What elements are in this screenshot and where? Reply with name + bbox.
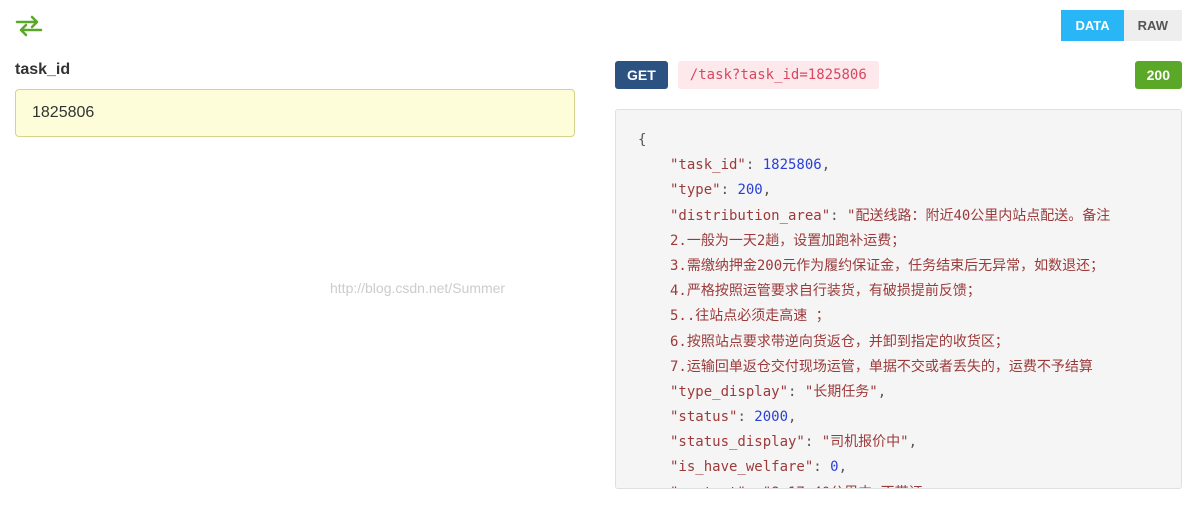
json-value: "长期任务": [805, 384, 878, 400]
json-value: "配送线路：附近40公里内站点配送。备注: [847, 208, 1110, 224]
json-key: "content": [670, 485, 746, 489]
request-url: /task?task_id=1825806: [678, 61, 879, 89]
header-bar: DATA RAW: [0, 0, 1197, 51]
http-method-badge: GET: [615, 61, 668, 89]
left-panel: task_id: [15, 61, 575, 489]
json-continuation: 7.运输回单返仓交付现场运管，单据不交或者丢失的，运费不予结算: [670, 355, 1159, 380]
status-code-badge: 200: [1135, 61, 1182, 89]
json-value: "8-17 40公里内 不带证: [763, 485, 923, 489]
json-continuation: 2.一般为一天2趟，设置加跑补运费；: [670, 229, 1159, 254]
field-label-task-id: task_id: [15, 61, 575, 79]
json-value: 0: [830, 459, 838, 475]
json-content: "task_id": 1825806, "type": 200, "distri…: [670, 153, 1159, 489]
json-continuation: 6.按照站点要求带逆向货返仓，并卸到指定的收货区；: [670, 330, 1159, 355]
swap-icon: [15, 15, 43, 37]
json-key: "distribution_area": [670, 208, 830, 224]
json-continuation: 5..往站点必须走高速 ；: [670, 304, 1159, 329]
json-value: 200: [737, 182, 762, 198]
json-continuation: 4.严格按照运管要求自行装货，有破损提前反馈；: [670, 279, 1159, 304]
json-value: 1825806: [763, 157, 822, 173]
json-key: "type": [670, 182, 721, 198]
right-panel: GET /task?task_id=1825806 200 { "task_id…: [615, 61, 1182, 489]
request-line: GET /task?task_id=1825806 200: [615, 61, 1182, 89]
response-body[interactable]: { "task_id": 1825806, "type": 200, "dist…: [615, 109, 1182, 489]
main-content: task_id GET /task?task_id=1825806 200 { …: [0, 51, 1197, 499]
json-value: 2000: [754, 409, 788, 425]
json-key: "task_id": [670, 157, 746, 173]
json-key: "status": [670, 409, 737, 425]
json-key: "is_have_welfare": [670, 459, 813, 475]
view-tabs: DATA RAW: [1061, 10, 1182, 41]
json-key: "type_display": [670, 384, 788, 400]
json-key: "status_display": [670, 434, 805, 450]
task-id-input[interactable]: [15, 89, 575, 137]
json-value: "司机报价中": [822, 434, 909, 450]
tab-data[interactable]: DATA: [1061, 10, 1123, 41]
tab-raw[interactable]: RAW: [1124, 10, 1182, 41]
json-open-brace: {: [638, 128, 1159, 153]
json-continuation: 3.需缴纳押金200元作为履约保证金，任务结束后无异常，如数退还；: [670, 254, 1159, 279]
